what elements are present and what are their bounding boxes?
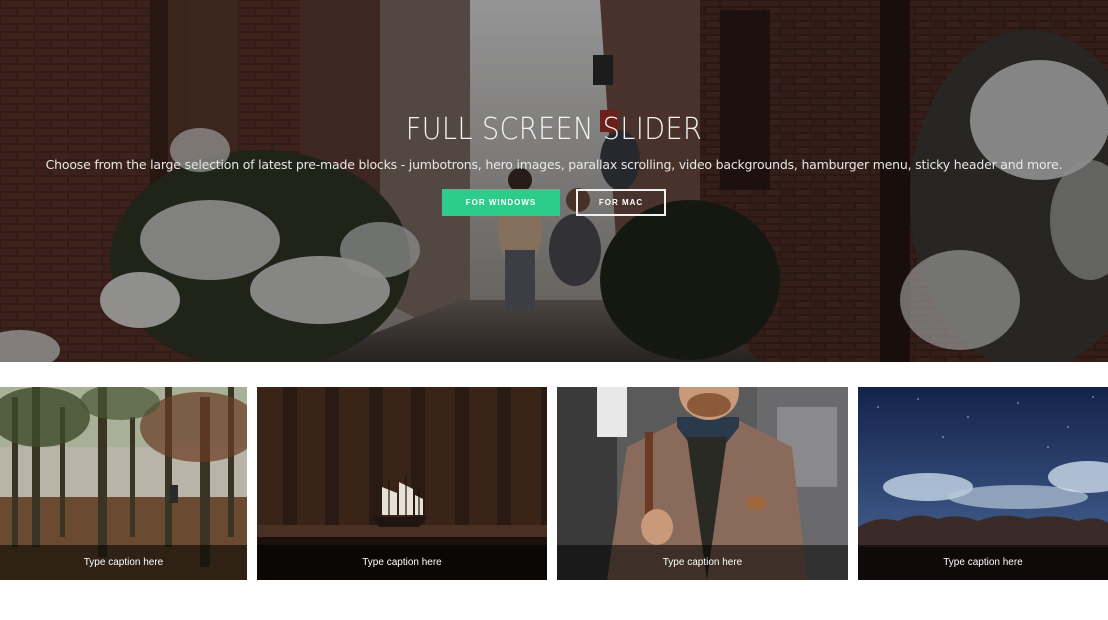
- caption-bar: Type caption here: [257, 545, 547, 580]
- gallery-item[interactable]: Type caption here: [557, 387, 848, 580]
- caption-bar: Type caption here: [0, 545, 247, 580]
- caption-text: Type caption here: [943, 557, 1023, 568]
- gallery-item[interactable]: Type caption here: [858, 387, 1108, 580]
- for-mac-button[interactable]: FOR MAC: [576, 189, 666, 216]
- hero-title: FULL SCREEN SLIDER: [405, 112, 703, 147]
- gallery-item[interactable]: Type caption here: [0, 387, 247, 580]
- hero-slider: FULL SCREEN SLIDER Choose from the large…: [0, 0, 1108, 362]
- caption-bar: Type caption here: [858, 545, 1108, 580]
- caption-text: Type caption here: [362, 557, 442, 568]
- image-gallery: Type caption here Type caption here Type…: [0, 387, 1108, 580]
- caption-text: Type caption here: [662, 557, 743, 568]
- for-windows-button[interactable]: FOR WINDOWS: [442, 189, 560, 216]
- hero-subtitle: Choose from the large selection of lates…: [45, 157, 1063, 172]
- hero-button-group: FOR WINDOWS FOR MAC: [0, 189, 1108, 216]
- caption-bar: Type caption here: [557, 545, 848, 580]
- hero-content: FULL SCREEN SLIDER Choose from the large…: [0, 112, 1108, 216]
- caption-text: Type caption here: [83, 557, 164, 568]
- gallery-item[interactable]: Type caption here: [257, 387, 547, 580]
